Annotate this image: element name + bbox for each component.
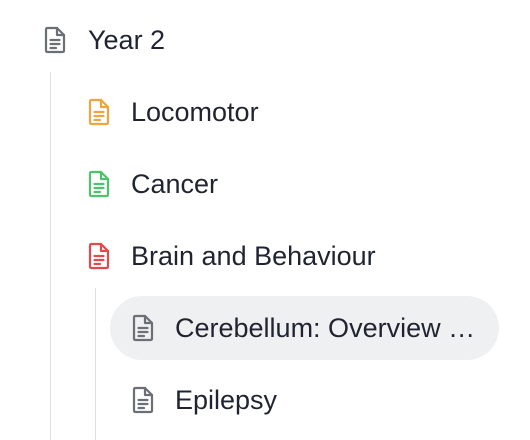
document-icon bbox=[130, 313, 156, 343]
tree-item-cancer[interactable]: Cancer bbox=[74, 152, 510, 216]
tree-item-epilepsy[interactable]: Epilepsy bbox=[110, 368, 499, 432]
tree-item-year-2[interactable]: Year 2 bbox=[30, 8, 510, 72]
document-icon bbox=[130, 385, 156, 415]
tree-item-label: Brain and Behaviour bbox=[131, 241, 376, 271]
tree-guide-line-level2 bbox=[95, 288, 96, 440]
tree-item-locomotor[interactable]: Locomotor bbox=[74, 80, 510, 144]
tree-item-label: Epilepsy bbox=[175, 385, 278, 415]
tree-guide-line-level1 bbox=[50, 72, 51, 440]
tree-item-label: Cancer bbox=[131, 169, 219, 199]
tree-item-label: Locomotor bbox=[131, 97, 259, 127]
document-icon bbox=[86, 241, 112, 271]
document-icon bbox=[86, 169, 112, 199]
tree-item-brain-and-behaviour[interactable]: Brain and Behaviour bbox=[74, 224, 510, 288]
tree-item-cerebellum[interactable]: Cerebellum: Overview & Function bbox=[110, 296, 499, 360]
document-icon bbox=[42, 25, 68, 55]
tree-item-label: Year 2 bbox=[88, 25, 166, 55]
page-tree: Year 2 Locomotor Cancer Brain and Behavi… bbox=[0, 0, 530, 440]
tree-item-label: Cerebellum: Overview & Function bbox=[175, 313, 493, 343]
document-icon bbox=[86, 97, 112, 127]
